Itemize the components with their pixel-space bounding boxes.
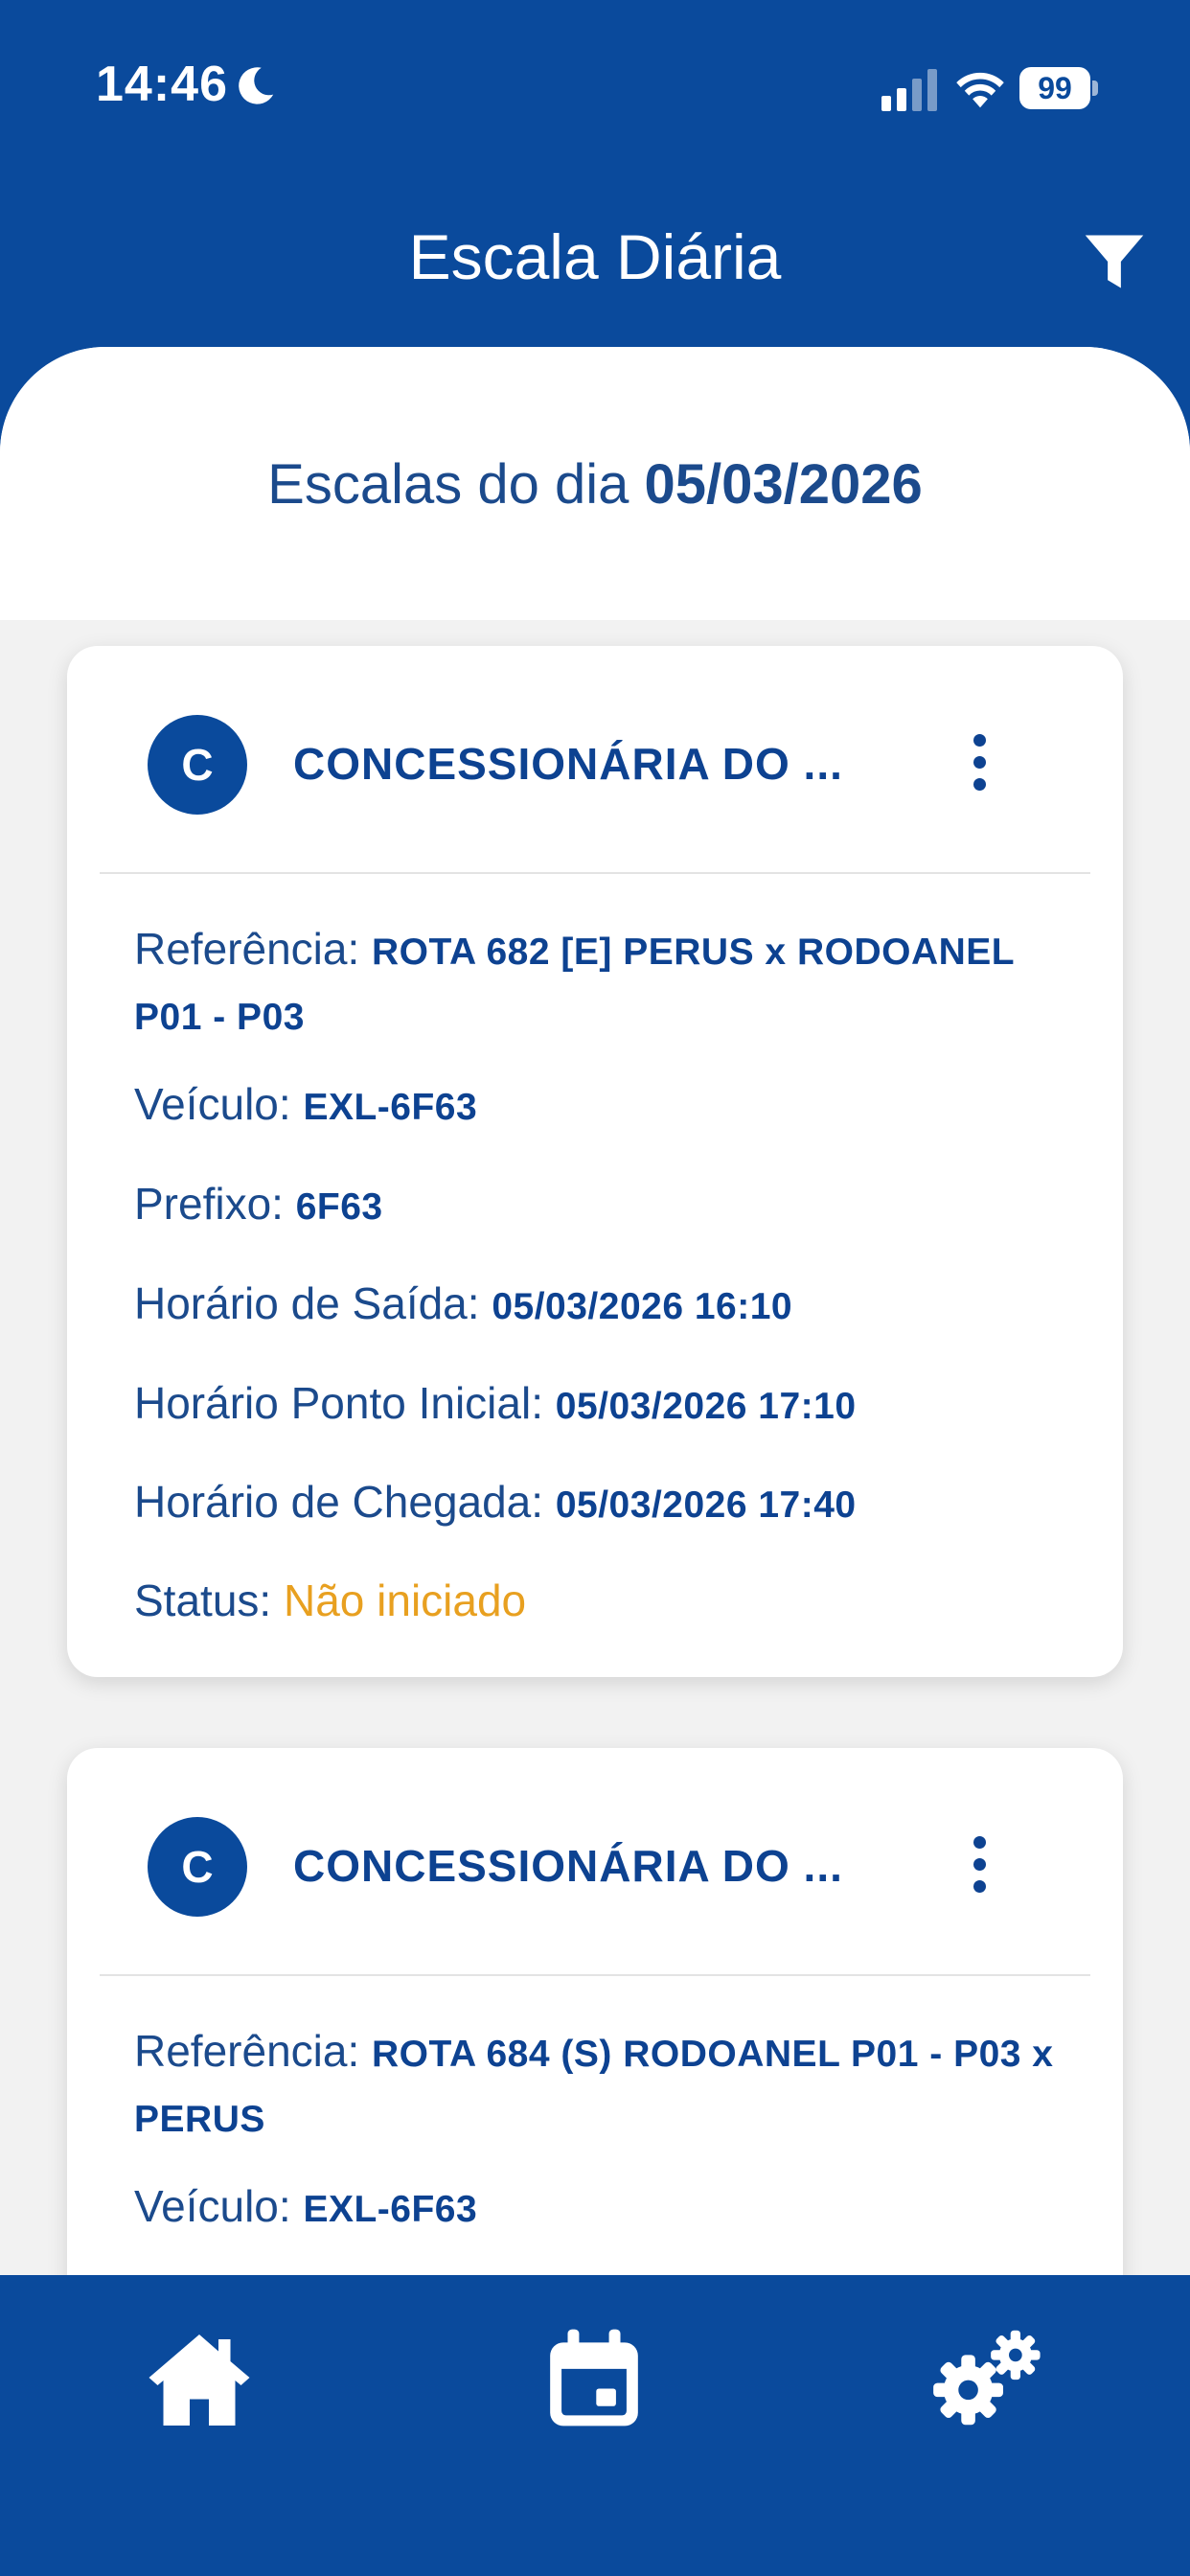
settings-gears-icon[interactable] bbox=[931, 2325, 1046, 2430]
status-badge: Não iniciado bbox=[283, 1576, 527, 1625]
more-options-icon[interactable] bbox=[968, 734, 991, 795]
field-horario-saida: Horário de Saída: 05/03/2026 16:10 bbox=[134, 1273, 1092, 1338]
field-label: Horário de Saída: bbox=[134, 1278, 492, 1328]
more-options-icon[interactable] bbox=[968, 1836, 991, 1898]
card-title: CONCESSIONÁRIA DO ... bbox=[293, 1841, 843, 1891]
field-label: Status: bbox=[134, 1576, 284, 1625]
field-value: EXL-6F63 bbox=[303, 2189, 478, 2230]
field-value: 05/03/2026 17:10 bbox=[555, 1386, 857, 1427]
battery-level: 99 bbox=[1019, 67, 1090, 109]
status-bar: 14:46 99 bbox=[0, 0, 1190, 172]
field-veiculo: Veículo: EXL-6F63 bbox=[134, 2175, 1092, 2241]
field-label: Veículo: bbox=[134, 2181, 304, 2231]
field-label: Referência: bbox=[134, 2026, 373, 2076]
status-time: 14:46 bbox=[96, 57, 228, 112]
field-label: Horário Ponto Inicial: bbox=[134, 1378, 556, 1428]
wifi-icon bbox=[956, 72, 1004, 108]
schedule-card[interactable]: C CONCESSIONÁRIA DO ... Referência: ROTA… bbox=[67, 646, 1123, 1677]
field-value: 05/03/2026 17:40 bbox=[555, 1484, 857, 1526]
field-horario-ponto-inicial: Horário Ponto Inicial: 05/03/2026 17:10 bbox=[134, 1372, 1092, 1438]
field-label: Horário de Chegada: bbox=[134, 1477, 556, 1527]
field-value: 05/03/2026 16:10 bbox=[492, 1286, 793, 1327]
date-prefix: Escalas do dia bbox=[267, 453, 629, 516]
field-horario-chegada: Horário de Chegada: 05/03/2026 17:40 bbox=[134, 1471, 1092, 1536]
page-title: Escala Diária bbox=[408, 221, 782, 292]
battery-indicator: 99 bbox=[1019, 67, 1098, 109]
field-status: Status: Não iniciado bbox=[134, 1570, 1092, 1631]
home-icon[interactable] bbox=[142, 2325, 257, 2430]
date-value: 05/03/2026 bbox=[644, 453, 923, 516]
bottom-nav bbox=[0, 2275, 1190, 2576]
avatar: C bbox=[148, 1817, 247, 1917]
field-referencia: Referência: ROTA 682 [E] PERUS x RODOANE… bbox=[134, 918, 1092, 1048]
card-title: CONCESSIONÁRIA DO ... bbox=[293, 739, 843, 789]
field-label: Prefixo: bbox=[134, 1179, 296, 1229]
field-label: Veículo: bbox=[134, 1079, 304, 1129]
field-value: 6F63 bbox=[295, 1186, 383, 1228]
divider bbox=[100, 872, 1090, 874]
field-referencia: Referência: ROTA 684 (S) RODOANEL P01 - … bbox=[134, 2020, 1092, 2150]
field-prefixo: Prefixo: 6F63 bbox=[134, 1173, 1092, 1238]
moon-icon bbox=[239, 67, 274, 104]
cellular-signal-icon bbox=[881, 69, 937, 111]
content-sheet: Escalas do dia 05/03/2026 C CONCESSIONÁR… bbox=[0, 347, 1190, 2576]
field-value: EXL-6F63 bbox=[303, 1087, 478, 1128]
battery-nub bbox=[1092, 80, 1098, 96]
filter-icon[interactable] bbox=[1083, 230, 1146, 293]
field-veiculo: Veículo: EXL-6F63 bbox=[134, 1073, 1092, 1138]
date-heading: Escalas do dia 05/03/2026 bbox=[0, 452, 1190, 517]
field-label: Referência: bbox=[134, 924, 373, 974]
calendar-icon[interactable] bbox=[537, 2325, 652, 2430]
avatar: C bbox=[148, 715, 247, 815]
divider bbox=[100, 1974, 1090, 1976]
date-header: Escalas do dia 05/03/2026 bbox=[0, 347, 1190, 620]
